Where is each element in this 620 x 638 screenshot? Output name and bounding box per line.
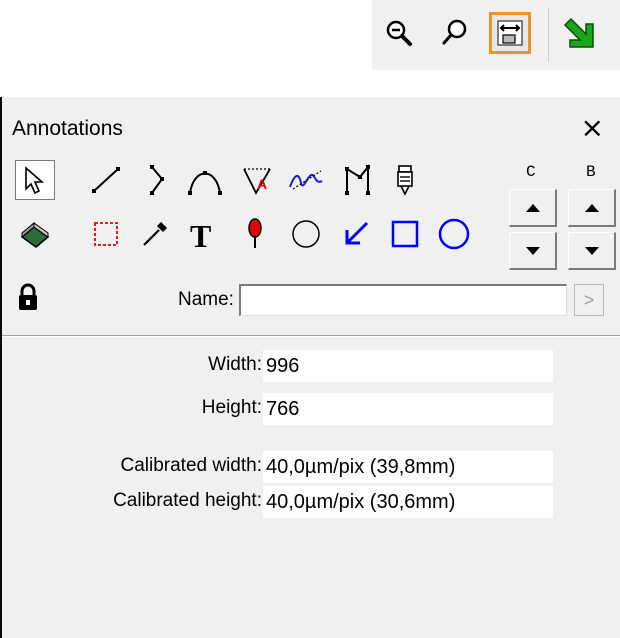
height-value: 766 [263, 393, 553, 425]
fit-width-icon [497, 20, 523, 46]
fill-icon [20, 221, 50, 248]
pipette-tool[interactable] [135, 214, 175, 254]
zoom-in-icon [386, 20, 412, 46]
name-input[interactable] [239, 284, 567, 316]
divider-highlight [2, 336, 620, 337]
calibrated-width-label: Calibrated width: [120, 455, 262, 476]
pointer-icon [25, 166, 45, 195]
pin-tool[interactable] [235, 214, 275, 254]
circle-outline-icon [292, 220, 320, 248]
line-icon [92, 167, 120, 193]
fill-tool[interactable] [15, 214, 55, 254]
arrow-up-icon [525, 203, 540, 212]
b-down-button[interactable] [568, 232, 616, 270]
zoom-out-icon [442, 19, 467, 45]
b-up-button[interactable] [568, 189, 616, 227]
column-b-label: B [586, 163, 596, 181]
annotations-panel: Annotations × A T C B Name: > Width: 996… [0, 97, 620, 638]
width-label: Width: [208, 354, 262, 375]
width-value: 996 [263, 350, 553, 382]
circle-icon [438, 218, 470, 250]
zoom-in-button[interactable] [378, 12, 420, 54]
calibrated-width-value: 40,0µm/pix (39,8mm) [263, 451, 553, 483]
line-tool[interactable] [86, 160, 126, 200]
calibrated-height-value: 40,0µm/pix (30,6mm) [263, 486, 553, 518]
height-label: Height: [201, 397, 262, 418]
apply-name-button[interactable]: > [574, 284, 604, 316]
calibrated-height-label: Calibrated height: [113, 490, 262, 511]
text-icon: T [190, 218, 211, 251]
close-button[interactable]: × [581, 110, 604, 146]
square-icon [391, 220, 419, 248]
polyline-tool[interactable] [137, 160, 177, 200]
circle-tool[interactable] [434, 214, 474, 254]
toolbar-separator [548, 8, 549, 62]
square-tool[interactable] [385, 214, 425, 254]
marker-tool[interactable] [385, 160, 425, 200]
open-polygon-icon [345, 164, 370, 195]
arrow-tool[interactable] [336, 214, 376, 254]
name-label: Name: [178, 289, 234, 310]
column-c-label: C [526, 163, 536, 181]
open-polygon-tool[interactable] [338, 160, 378, 200]
arrow-down-icon [584, 246, 599, 255]
freehand-tool[interactable] [286, 160, 326, 200]
polyline-icon [150, 165, 164, 195]
rectangle-select-icon [94, 222, 118, 246]
freehand-icon [289, 170, 323, 190]
pipette-icon [143, 222, 167, 246]
arrow-down-icon [525, 246, 540, 255]
pin-icon [248, 218, 262, 248]
rectangle-select-tool[interactable] [86, 214, 126, 254]
zoom-out-button[interactable] [434, 12, 476, 54]
c-up-button[interactable] [509, 189, 557, 227]
panel-title: Annotations [12, 117, 123, 140]
svg-text:A: A [257, 176, 267, 192]
text-tool[interactable]: T [183, 214, 223, 254]
arrow-up-icon [584, 203, 599, 212]
curve-icon [188, 171, 222, 195]
green-arrow-icon [563, 17, 594, 48]
angle-tool[interactable]: A [238, 160, 278, 200]
arrow-icon [345, 221, 369, 245]
lock-icon[interactable] [15, 282, 41, 312]
green-arrow-button[interactable] [558, 12, 600, 54]
marker-icon [397, 165, 413, 196]
fit-width-button[interactable] [489, 12, 531, 54]
pointer-tool[interactable] [15, 160, 55, 200]
angle-icon: A [243, 168, 271, 195]
curve-tool[interactable] [185, 160, 225, 200]
top-toolbar [372, 0, 620, 70]
svg-text:T: T [190, 218, 211, 251]
circle-outline-tool[interactable] [286, 214, 326, 254]
c-down-button[interactable] [509, 232, 557, 270]
